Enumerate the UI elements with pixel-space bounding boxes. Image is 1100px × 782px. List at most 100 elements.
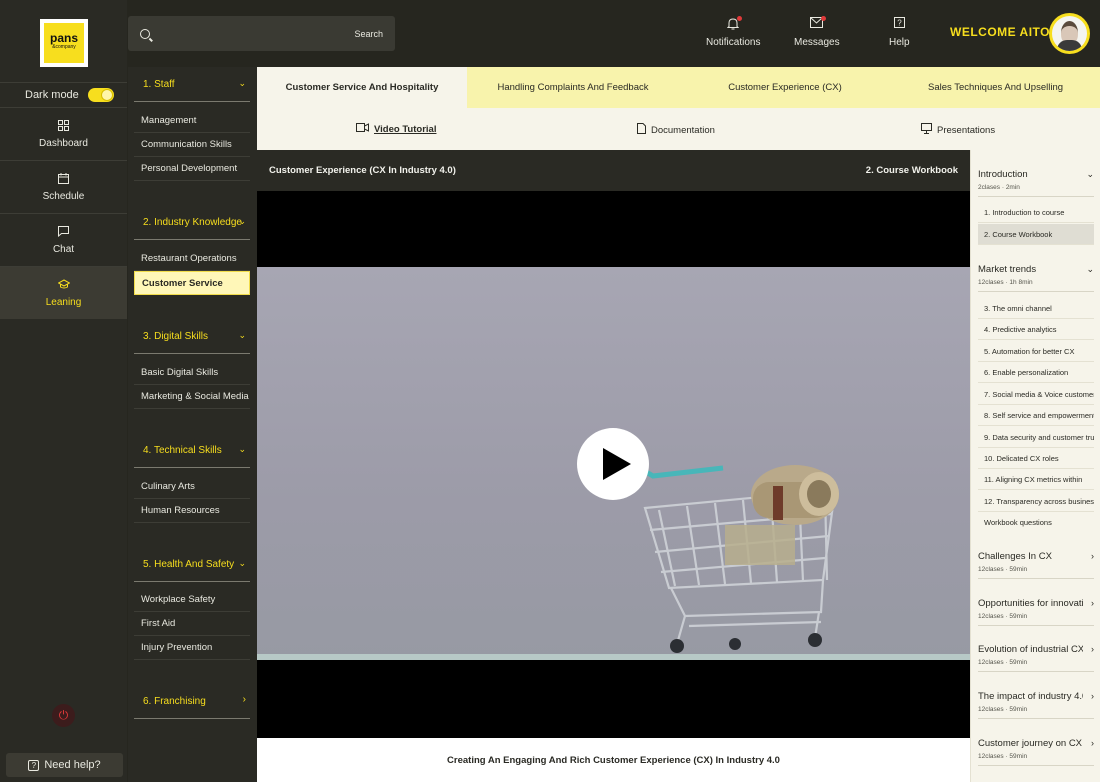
menu-item-human-resources[interactable]: Human Resources	[134, 499, 250, 523]
tab-handling-complaints[interactable]: Handling Complaints And Feedback	[467, 67, 679, 108]
help-icon: ?	[892, 17, 906, 31]
tab-customer-service-hospitality[interactable]: Customer Service And Hospitality	[257, 67, 467, 108]
chevron-right-icon: ›	[242, 694, 246, 705]
section-franchising[interactable]: 6. Franchising ›	[134, 684, 250, 719]
section-health-and-safety[interactable]: 5. Health And Safety ⌄	[134, 547, 250, 582]
chevron-down-icon: ⌄	[238, 330, 246, 340]
subtab-video-tutorial[interactable]: Video Tutorial	[356, 123, 436, 135]
toggle-knob	[100, 89, 113, 101]
tab-customer-experience[interactable]: Customer Experience (CX)	[679, 67, 891, 108]
module-introduction[interactable]: Introduction 2clases · 2min ⌄	[978, 169, 1094, 197]
need-help-button[interactable]: ? Need help?	[6, 753, 123, 777]
messages-button[interactable]: Messages	[794, 16, 840, 48]
bell-icon	[726, 16, 743, 31]
avatar[interactable]	[1049, 13, 1090, 54]
section-staff[interactable]: 1. Staff ⌄	[134, 67, 250, 102]
nav-dashboard-label: Dashboard	[39, 137, 88, 149]
menu-item-first-aid[interactable]: First Aid	[134, 612, 250, 636]
subtab-presentations-label: Presentations	[937, 124, 996, 136]
module-impact[interactable]: The impact of industry 4.0 12clases · 59…	[978, 691, 1094, 719]
menu-item-management[interactable]: Management	[134, 109, 250, 133]
menu-item-marketing-social-media[interactable]: Marketing & Social Media	[134, 385, 250, 409]
grid-icon	[58, 119, 69, 134]
player-title: Customer Experience (CX In Industry 4.0)	[269, 165, 456, 176]
module-opportunities[interactable]: Opportunities for innovation 12clases · …	[978, 598, 1094, 626]
section-digital-skills[interactable]: 3. Digital Skills ⌄	[134, 319, 250, 354]
module-customer-journey[interactable]: Customer journey on CX 12clases · 59min …	[978, 738, 1094, 766]
content-subtabs: Video Tutorial Documentation Presentatio…	[257, 108, 1100, 150]
menu-item-basic-digital-skills[interactable]: Basic Digital Skills	[134, 361, 250, 385]
lesson-item[interactable]: 7. Social media & Voice customer	[978, 384, 1094, 405]
lesson-item[interactable]: 8. Self service and empowerment	[978, 405, 1094, 426]
app-root: pans &company Dark mode Dashboard Schedu…	[0, 0, 1100, 782]
nav-chat-label: Chat	[52, 243, 75, 255]
nav-learning[interactable]: Leaning	[0, 266, 127, 319]
nav-schedule[interactable]: Schedule	[0, 160, 127, 213]
svg-text:?: ?	[897, 19, 902, 28]
document-icon	[637, 123, 646, 137]
notifications-button[interactable]: Notifications	[706, 16, 760, 48]
lesson-item[interactable]: 1. Introduction to course	[978, 202, 1094, 223]
notification-dot	[737, 16, 743, 21]
envelope-icon	[810, 16, 826, 31]
help-box-icon: ?	[28, 759, 40, 771]
play-icon[interactable]	[577, 428, 649, 500]
dark-mode-toggle[interactable]	[87, 88, 114, 102]
module-challenges[interactable]: Challenges In CX 12clases · 59min ›	[978, 551, 1094, 579]
chevron-right-icon: ›	[1091, 598, 1094, 608]
module-market-trends[interactable]: Market trends 12clases · 1h 8min ⌄	[978, 264, 1094, 292]
chevron-down-icon: ⌄	[238, 216, 246, 226]
lesson-item-active[interactable]: 2. Course Workbook	[978, 224, 1094, 245]
course-outline: Introduction 2clases · 2min ⌄ 1. Introdu…	[970, 150, 1100, 782]
player-workbook-label: 2. Course Workbook	[865, 165, 958, 176]
nav-schedule-label: Schedule	[42, 190, 85, 202]
chevron-down-icon: ⌄	[238, 558, 246, 568]
brand-logo[interactable]: pans &company	[40, 19, 88, 67]
module-meta: 12clases · 59min	[978, 566, 1028, 573]
chevron-down-icon: ⌄	[1086, 264, 1094, 274]
message-dot	[820, 16, 826, 21]
menu-item-culinary-arts[interactable]: Culinary Arts	[134, 475, 250, 499]
module-evolution[interactable]: Evolution of industrial CX 12clases · 59…	[978, 644, 1094, 672]
menu-item-restaurant-operations[interactable]: Restaurant Operations	[134, 247, 250, 271]
search-icon	[140, 28, 150, 39]
module-title: Market trends	[978, 264, 1037, 275]
nav-chat[interactable]: Chat	[0, 213, 127, 266]
graduation-cap-icon	[56, 278, 71, 293]
shopping-cart-image	[631, 461, 839, 653]
lesson-item[interactable]: Workbook questions	[978, 512, 1094, 533]
lesson-item[interactable]: 5. Automation for better CX	[978, 341, 1094, 362]
welcome-text: WELCOME AITOR	[950, 25, 1060, 39]
lesson-item[interactable]: 10. Delicated CX roles	[978, 448, 1094, 469]
chevron-down-icon: ⌄	[238, 78, 246, 88]
section-industry-knowledge[interactable]: 2. Industry Knowledge ⌄	[134, 205, 250, 240]
section-technical-skills[interactable]: 4. Technical Skills ⌄	[134, 433, 250, 468]
dark-mode-row: Dark mode	[0, 82, 127, 107]
tab-sales-techniques[interactable]: Sales Techniques And Upselling	[891, 67, 1100, 108]
lesson-item[interactable]: 6. Enable personalization	[978, 362, 1094, 383]
module-title: Evolution of industrial CX	[978, 644, 1083, 655]
module-meta: 12clases · 59min	[978, 659, 1028, 666]
menu-item-personal-development[interactable]: Personal Development	[134, 157, 250, 181]
power-icon[interactable]: ⏻	[52, 704, 75, 727]
menu-item-customer-service[interactable]: Customer Service	[134, 271, 250, 295]
lesson-item[interactable]: 4. Predictive analytics	[978, 319, 1094, 340]
video-frame[interactable]	[257, 267, 970, 660]
video-player[interactable]: Customer Experience (CX In Industry 4.0)…	[257, 150, 970, 738]
chevron-right-icon: ›	[1091, 644, 1094, 654]
lesson-item[interactable]: 9. Data security and customer trust	[978, 427, 1094, 448]
course-menu: 1. Staff ⌄ Management Communication Skill…	[128, 67, 257, 782]
lesson-item[interactable]: 3. The omni channel	[978, 298, 1094, 319]
module-meta: 2clases · 2min	[978, 184, 1020, 191]
subtab-documentation[interactable]: Documentation	[637, 123, 715, 137]
nav-dashboard[interactable]: Dashboard	[0, 107, 127, 160]
subtab-documentation-label: Documentation	[651, 124, 715, 136]
menu-item-workplace-safety[interactable]: Workplace Safety	[134, 588, 250, 612]
lesson-item[interactable]: 11. Aligning CX metrics within	[978, 469, 1094, 490]
menu-item-communication-skills[interactable]: Communication Skills	[134, 133, 250, 157]
subtab-presentations[interactable]: Presentations	[921, 123, 995, 137]
search-input[interactable]: Search	[128, 16, 395, 51]
menu-item-injury-prevention[interactable]: Injury Prevention	[134, 636, 250, 660]
lesson-item[interactable]: 12. Transparency across business	[978, 491, 1094, 512]
help-button[interactable]: ? Help	[889, 17, 910, 48]
